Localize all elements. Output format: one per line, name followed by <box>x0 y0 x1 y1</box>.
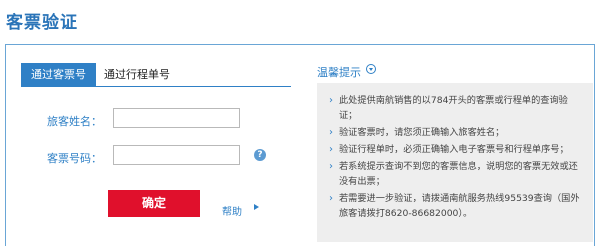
page-title: 客票验证 <box>6 13 78 33</box>
tip-item: 验证行程单时，必须正确输入电子客票号和行程单序号； <box>329 142 583 157</box>
tip-item: 若系统提示查询不到您的客票信息，说明您的客票无效或还没有出票； <box>329 159 583 189</box>
tab-ticket-number[interactable]: 通过客票号 <box>21 63 96 86</box>
tab-underline <box>21 86 291 87</box>
ticket-number-input[interactable] <box>113 145 240 165</box>
tips-box: 此处提供南航销售的以784开头的客票或行程单的查询验证； 验证客票时，请您须正确… <box>317 83 593 242</box>
passenger-name-label: 旅客姓名： <box>47 115 102 128</box>
question-icon[interactable]: ? <box>254 149 266 161</box>
confirm-button[interactable]: 确定 <box>108 190 200 217</box>
tips-title: 温馨提示 <box>317 66 361 79</box>
help-link[interactable]: 帮助 <box>222 203 242 218</box>
tip-item: 此处提供南航销售的以784开头的客票或行程单的查询验证； <box>329 93 583 123</box>
passenger-name-input[interactable] <box>113 108 240 128</box>
ticket-number-label: 客票号码： <box>47 152 102 165</box>
arrow-right-icon[interactable] <box>254 204 259 210</box>
chevron-down-circle-icon[interactable] <box>366 64 376 74</box>
tip-item: 验证客票时，请您须正确输入旅客姓名； <box>329 125 583 140</box>
tip-item: 若需要进一步验证，请拨通南航服务热线95539查询（国外旅客请拨打8620-86… <box>329 191 583 221</box>
tab-itinerary-number[interactable]: 通过行程单号 <box>104 63 170 86</box>
